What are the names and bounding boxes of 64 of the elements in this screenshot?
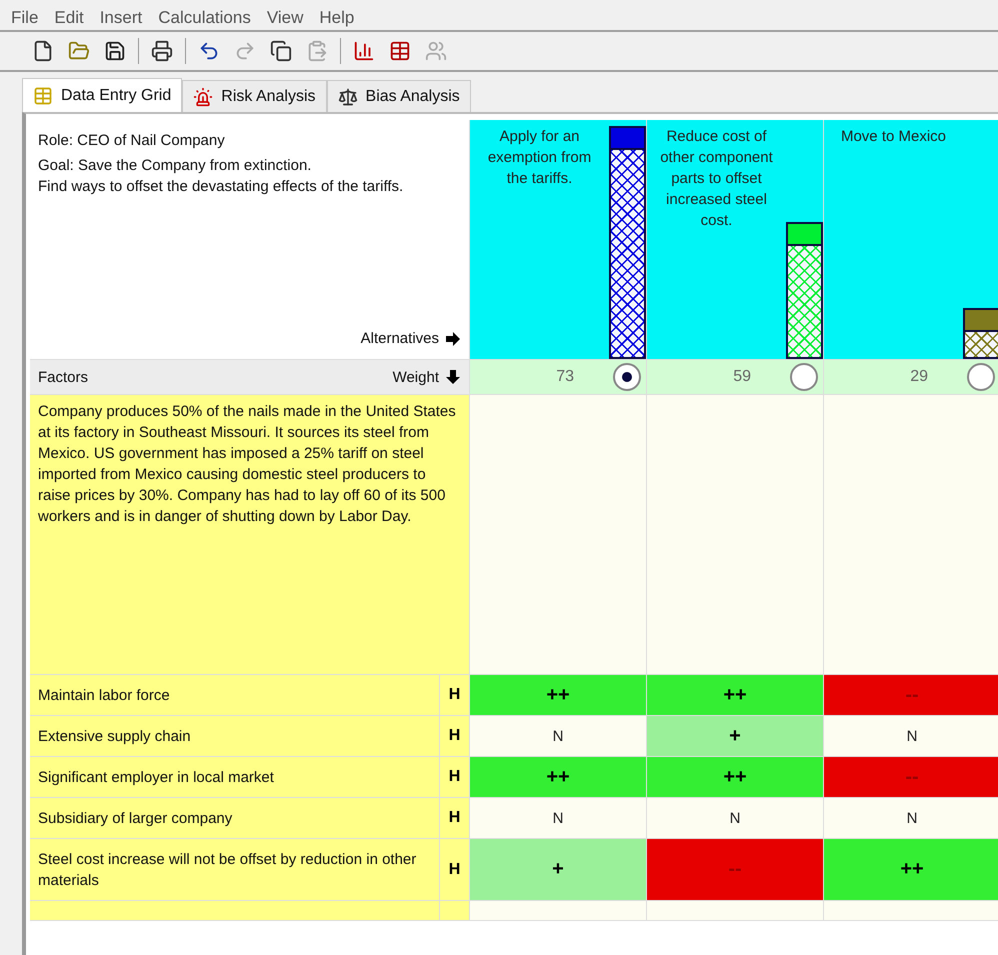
factor-name: Extensive supply chain xyxy=(38,726,191,746)
rating-cell[interactable]: ++ xyxy=(824,839,998,901)
alternative-title: Move to Mexico xyxy=(840,127,948,147)
rating-cell[interactable]: + xyxy=(470,839,647,901)
weight-label: Weight xyxy=(392,368,439,388)
tab[interactable]: Data Entry Grid xyxy=(22,78,182,112)
rating-cell[interactable]: ++ xyxy=(647,757,824,798)
menu-item[interactable]: Insert xyxy=(92,8,150,30)
table-icon xyxy=(33,86,53,106)
undo-icon xyxy=(198,40,220,62)
factor-name: Subsidiary of larger company xyxy=(38,808,232,828)
factor-name: Significant employer in local market xyxy=(38,768,274,788)
description-text: Company produces 50% of the nails made in the United States at its factory in Southeast Missouri. It sources its steel from Mexico. US government has imposed a 25% tariff on steel imported from Mexico causing domestic steel producers to raise prices by 30%. Company has had to lay off 60 of its 500 workers and is in danger of shutting down by Labor Day. xyxy=(38,403,456,525)
rating-cell[interactable]: ++ xyxy=(470,757,647,798)
score-text: 59 xyxy=(732,368,752,386)
tab[interactable]: Bias Analysis xyxy=(326,80,471,112)
new-document-icon xyxy=(32,40,54,62)
score-text: 73 xyxy=(555,368,575,386)
copy-button[interactable] xyxy=(268,38,294,64)
printer-icon xyxy=(151,40,173,62)
copy-icon xyxy=(270,40,292,62)
alternatives-label: Alternatives xyxy=(360,329,439,349)
factors-label: Factors xyxy=(38,368,88,388)
rating-cell[interactable]: N xyxy=(824,716,998,757)
rating-cell[interactable]: + xyxy=(647,716,824,757)
importance-text: H xyxy=(448,686,460,704)
alternative-title: Apply for an exemption from the tariffs. xyxy=(486,127,592,189)
importance-text: H xyxy=(448,727,460,745)
menu-item[interactable]: Edit xyxy=(47,8,91,30)
menu-item[interactable]: View xyxy=(260,8,310,30)
radio-button[interactable] xyxy=(613,363,641,391)
menu-item[interactable]: Help xyxy=(312,8,362,30)
radio-button[interactable] xyxy=(790,363,818,391)
factor-name: Steel cost increase will not be offset by reduction in other materials xyxy=(38,850,418,890)
importance-text: H xyxy=(448,860,460,878)
rating-cell[interactable]: N xyxy=(470,716,647,757)
role-text: Role: CEO of Nail Company xyxy=(38,131,226,151)
paste-icon xyxy=(306,40,328,62)
redo-icon xyxy=(234,40,256,62)
importance-text: H xyxy=(448,809,460,827)
rating-cell[interactable]: N xyxy=(647,798,824,839)
people-icon xyxy=(425,40,447,62)
siren-icon xyxy=(193,86,214,106)
open-folder-icon xyxy=(68,40,90,62)
rating-cell[interactable]: N xyxy=(824,798,998,839)
rating-cell[interactable]: ++ xyxy=(647,675,824,716)
scale-icon xyxy=(338,86,358,106)
goal-text: Goal: Save the Company from extinction. Find ways to offset the devastating effects of the tariffs. xyxy=(38,156,404,197)
printer-button[interactable] xyxy=(149,38,175,64)
down-arrow-icon xyxy=(445,369,461,385)
importance-text: H xyxy=(448,768,460,786)
bar-chart-icon xyxy=(353,40,375,62)
score-text: 29 xyxy=(909,368,929,386)
rating-cell[interactable]: N xyxy=(470,798,647,839)
menu-item[interactable]: File xyxy=(4,8,46,30)
factor-name: Maintain labor force xyxy=(38,686,170,706)
alternative-title: Reduce cost of other component parts to offset increased steel cost. xyxy=(659,127,774,231)
menu-item[interactable]: Calculations xyxy=(151,8,258,30)
radio-button[interactable] xyxy=(967,363,995,391)
save-icon xyxy=(104,40,126,62)
rating-cell[interactable]: ++ xyxy=(470,675,647,716)
tab[interactable]: Risk Analysis xyxy=(182,80,327,112)
table-icon xyxy=(389,40,411,62)
right-arrow-icon xyxy=(445,330,461,346)
